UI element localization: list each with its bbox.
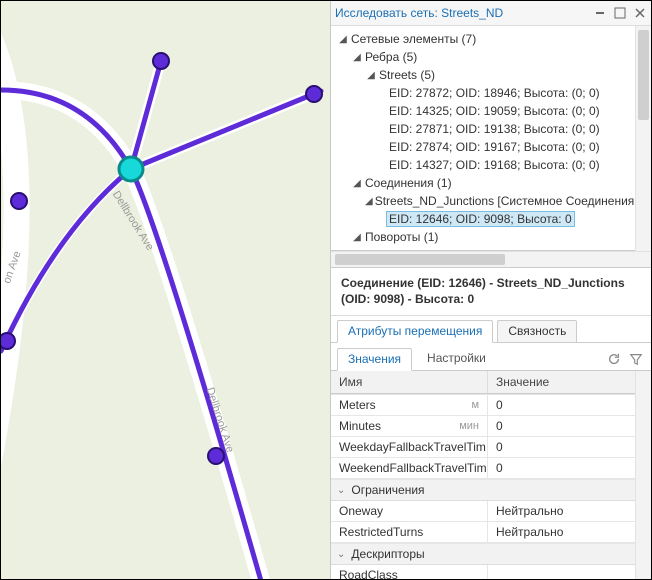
dock-button[interactable]: [613, 6, 627, 20]
tree-scrollbar-horizontal[interactable]: [331, 251, 651, 268]
selected-junction-marker: [119, 157, 143, 181]
attr-row[interactable]: RoadClass: [331, 565, 635, 580]
filter-button[interactable]: [627, 350, 645, 368]
elements-tree[interactable]: ◢Сетевые элементы (7) ◢Ребра (5) ◢Street…: [331, 26, 651, 251]
tree-scrollbar-vertical[interactable]: [635, 26, 651, 251]
attr-row[interactable]: WeekendFallbackTravelTim0: [331, 458, 635, 479]
tree-node-streets[interactable]: ◢Streets (5): [331, 66, 636, 84]
col-header-name[interactable]: Имя: [331, 371, 488, 393]
chevron-down-icon: ⌄: [337, 549, 345, 560]
app-root: Dellbrook Ave Dellbrook Ave on Ave Иссле…: [0, 0, 652, 580]
tab-connectivity[interactable]: Связность: [497, 320, 577, 342]
tree-leaf-edge[interactable]: EID: 14327; OID: 19168; Высота: (0; 0): [331, 156, 636, 174]
refresh-button[interactable]: [605, 350, 623, 368]
panel-title: Исследовать сеть: Streets_ND: [335, 6, 587, 20]
attr-row[interactable]: RestrictedTurnsНейтрально: [331, 522, 635, 543]
tree-node-junctions[interactable]: ◢Соединения (1): [331, 174, 636, 192]
attr-row[interactable]: WeekdayFallbackTravelTim0: [331, 437, 635, 458]
autohide-button[interactable]: [593, 6, 607, 20]
attr-scrollbar-vertical[interactable]: [635, 371, 651, 579]
attr-subtabstrip: Значения Настройки: [331, 343, 651, 371]
attr-row[interactable]: OnewayНейтрально: [331, 501, 635, 522]
group-descriptors[interactable]: ⌄Дескрипторы: [331, 544, 635, 565]
subtab-settings[interactable]: Настройки: [416, 347, 497, 370]
attr-grid-header: Имя Значение: [331, 371, 635, 394]
tree-leaf-edge[interactable]: EID: 27872; OID: 18946; Высота: (0; 0): [331, 84, 636, 102]
selection-heading: Соединение (EID: 12646) - Streets_ND_Jun…: [331, 268, 651, 316]
tab-attributes[interactable]: Атрибуты перемещения: [337, 320, 493, 343]
subtab-values[interactable]: Значения: [337, 348, 412, 371]
close-button[interactable]: [633, 6, 647, 20]
chevron-down-icon: ⌄: [337, 485, 345, 496]
tree-leaf-edge[interactable]: EID: 27871; OID: 19138; Высота: (0; 0): [331, 120, 636, 138]
explore-network-panel: Исследовать сеть: Streets_ND ◢Сетевые эл…: [330, 1, 651, 579]
col-header-value[interactable]: Значение: [488, 371, 635, 393]
detail-tabstrip: Атрибуты перемещения Связность: [331, 316, 651, 343]
attr-row[interactable]: Metersм0: [331, 395, 635, 416]
panel-titlebar: Исследовать сеть: Streets_ND: [331, 1, 651, 26]
tree-node-junctions-sub[interactable]: ◢Streets_ND_Junctions [Системное Соедине…: [331, 192, 636, 210]
tree-node-root[interactable]: ◢Сетевые элементы (7): [331, 30, 636, 48]
map-viewport[interactable]: Dellbrook Ave Dellbrook Ave on Ave: [1, 1, 331, 579]
tree-leaf-edge[interactable]: EID: 27874; OID: 19167; Высота: (0; 0): [331, 138, 636, 156]
tree-node-turns[interactable]: ◢Повороты (1): [331, 228, 636, 246]
network-overlay: [1, 1, 331, 579]
tree-leaf-junction[interactable]: EID: 12646; OID: 9098; Высота: 0: [331, 210, 636, 228]
tree-leaf-edge[interactable]: EID: 14325; OID: 19059; Высота: (0; 0): [331, 102, 636, 120]
group-restrictions[interactable]: ⌄Ограничения: [331, 480, 635, 501]
tree-node-edges[interactable]: ◢Ребра (5): [331, 48, 636, 66]
attr-row[interactable]: Minutesмин0: [331, 416, 635, 437]
